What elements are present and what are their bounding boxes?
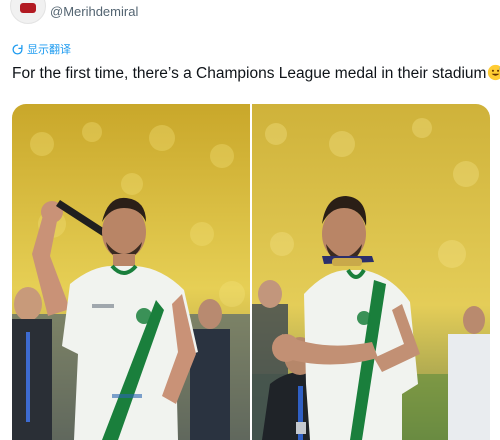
avatar[interactable] (10, 0, 46, 24)
avatar-image (20, 3, 36, 13)
show-translation-link[interactable]: 显示翻译 (12, 41, 71, 57)
user-handle[interactable]: @Merihdemiral (50, 4, 138, 19)
translate-label: 显示翻译 (27, 44, 71, 56)
photo-right[interactable] (252, 104, 490, 440)
tweet-card: @Merihdemiral 显示翻译 For the first time, t… (0, 0, 500, 440)
photo-left[interactable] (12, 104, 250, 440)
translate-icon (12, 43, 23, 55)
grinning-sweat-emoji-icon (487, 64, 500, 81)
media-grid (12, 104, 490, 440)
tweet-text-content: For the first time, there’s a Champions … (12, 65, 487, 82)
tweet-text: For the first time, there’s a Champions … (12, 64, 500, 83)
